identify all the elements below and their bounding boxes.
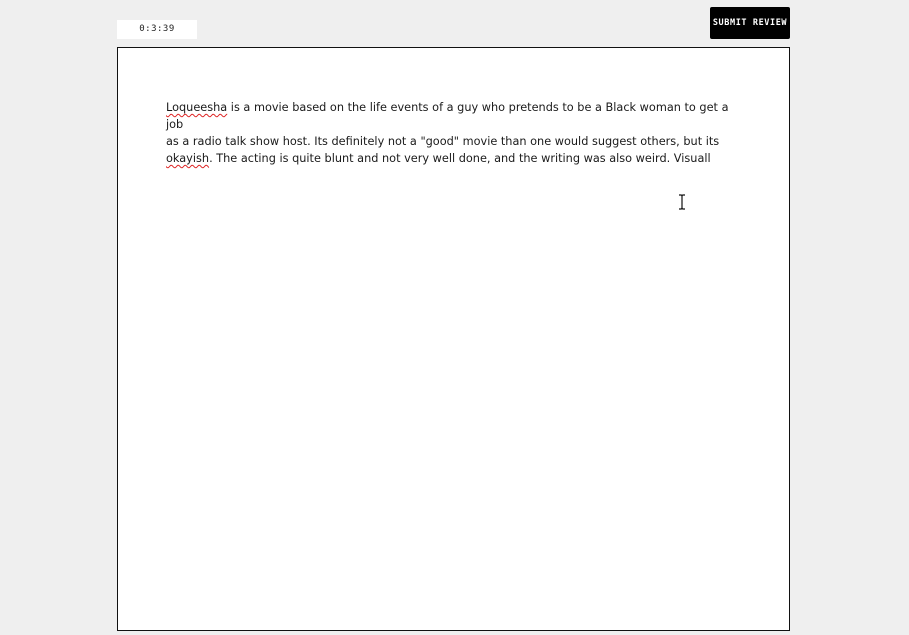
text-segment: is a movie based on the life events of a… [166, 101, 733, 131]
text-segment: as a radio talk show host. Its definitel… [166, 135, 720, 148]
review-editor[interactable]: Loqueesha is a movie based on the life e… [117, 47, 790, 631]
text-segment: . The acting is quite blunt and not very… [209, 152, 711, 165]
text-line: okayish. The acting is quite blunt and n… [166, 150, 741, 167]
review-text-area[interactable]: Loqueesha is a movie based on the life e… [166, 99, 741, 167]
text-line: as a radio talk show host. Its definitel… [166, 133, 741, 150]
review-page: 0:3:39 SUBMIT REVIEW Loqueesha is a movi… [0, 0, 909, 635]
misspelled-word: Loqueesha [166, 101, 228, 114]
misspelled-word: okayish [166, 152, 210, 165]
timer-display: 0:3:39 [117, 20, 197, 39]
submit-review-button[interactable]: SUBMIT REVIEW [710, 7, 790, 39]
text-line: Loqueesha is a movie based on the life e… [166, 99, 741, 133]
text-cursor-icon [679, 194, 685, 210]
